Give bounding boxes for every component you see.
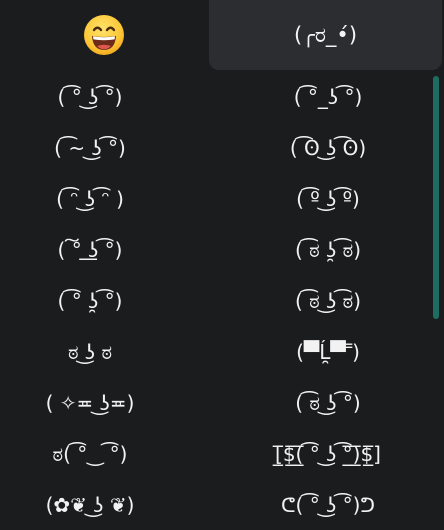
kaomoji-item[interactable]: ( ͡ಠ ͜ʖ ͡ಠ)	[236, 276, 420, 326]
grinning-face-icon	[84, 15, 124, 55]
category-tabs: (╭ರ_•́)	[0, 0, 444, 70]
kaomoji-item[interactable]: ಠ ͜ʖ ಠ	[0, 327, 180, 377]
kaomoji-item[interactable]: ( ✧≖ ͜ʖ≖)	[0, 378, 180, 428]
kaomoji-item[interactable]: ᕦ( ͡° ͜ʖ ͡°)ᕤ	[236, 480, 420, 530]
kaomoji-item[interactable]: [̲̅$̲̅(̲̅ ͡° ͜ʖ ͡°̲̅)̲̅$̲̅]	[236, 429, 420, 479]
kaomoji-item[interactable]: (▀̿Ĺ̯▀̿ ̿)	[236, 327, 420, 377]
kaomoji-item[interactable]: ( ͡ಠ ʖ̯ ͡ಠ)	[236, 225, 420, 275]
tab-emoji[interactable]	[0, 0, 208, 70]
kaomoji-item[interactable]: ( ͡°_ʖ ͡°)	[236, 72, 420, 122]
kaomoji-item[interactable]: ( ͡° ʖ̯ ͡°)	[0, 276, 180, 326]
kaomoji-picker-panel: (╭ರ_•́) ( ͡° ͜ʖ ͡°) ( ͡°_ʖ ͡°) ( ͡~ ͜ʖ ͡…	[0, 0, 444, 527]
tab-kaomoji-label: (╭ರ_•́)	[293, 22, 358, 47]
kaomoji-item[interactable]: ( ͡º ͜ʖ ͡º)	[236, 174, 420, 224]
tab-kaomoji[interactable]: (╭ರ_•́)	[209, 0, 442, 70]
kaomoji-item[interactable]: ಠ( ͡°‿ ͡°)	[0, 429, 180, 479]
kaomoji-grid: ( ͡° ͜ʖ ͡°) ( ͡°_ʖ ͡°) ( ͡~ ͜ʖ ͡°) ( ͡ʘ …	[0, 72, 428, 527]
kaomoji-item[interactable]: (✿❦ ͜ʖ ❦)	[0, 480, 180, 530]
kaomoji-item[interactable]: ( ͡ಠ ͜ʖ ͡°)	[236, 378, 420, 428]
scrollbar-thumb[interactable]	[433, 76, 439, 319]
kaomoji-item[interactable]: ( ͡ᵔ ͜ʖ ͡ᵔ )	[0, 174, 180, 224]
kaomoji-item[interactable]: ( ͡ʘ ͜ʖ ͡ʘ)	[236, 123, 420, 173]
kaomoji-item[interactable]: ( ͡~ ͜ʖ ͡°)	[0, 123, 180, 173]
kaomoji-item[interactable]: ( ͠° ͟ʖ ͡°)	[0, 225, 180, 275]
kaomoji-item[interactable]: ( ͡° ͜ʖ ͡°)	[0, 72, 180, 122]
